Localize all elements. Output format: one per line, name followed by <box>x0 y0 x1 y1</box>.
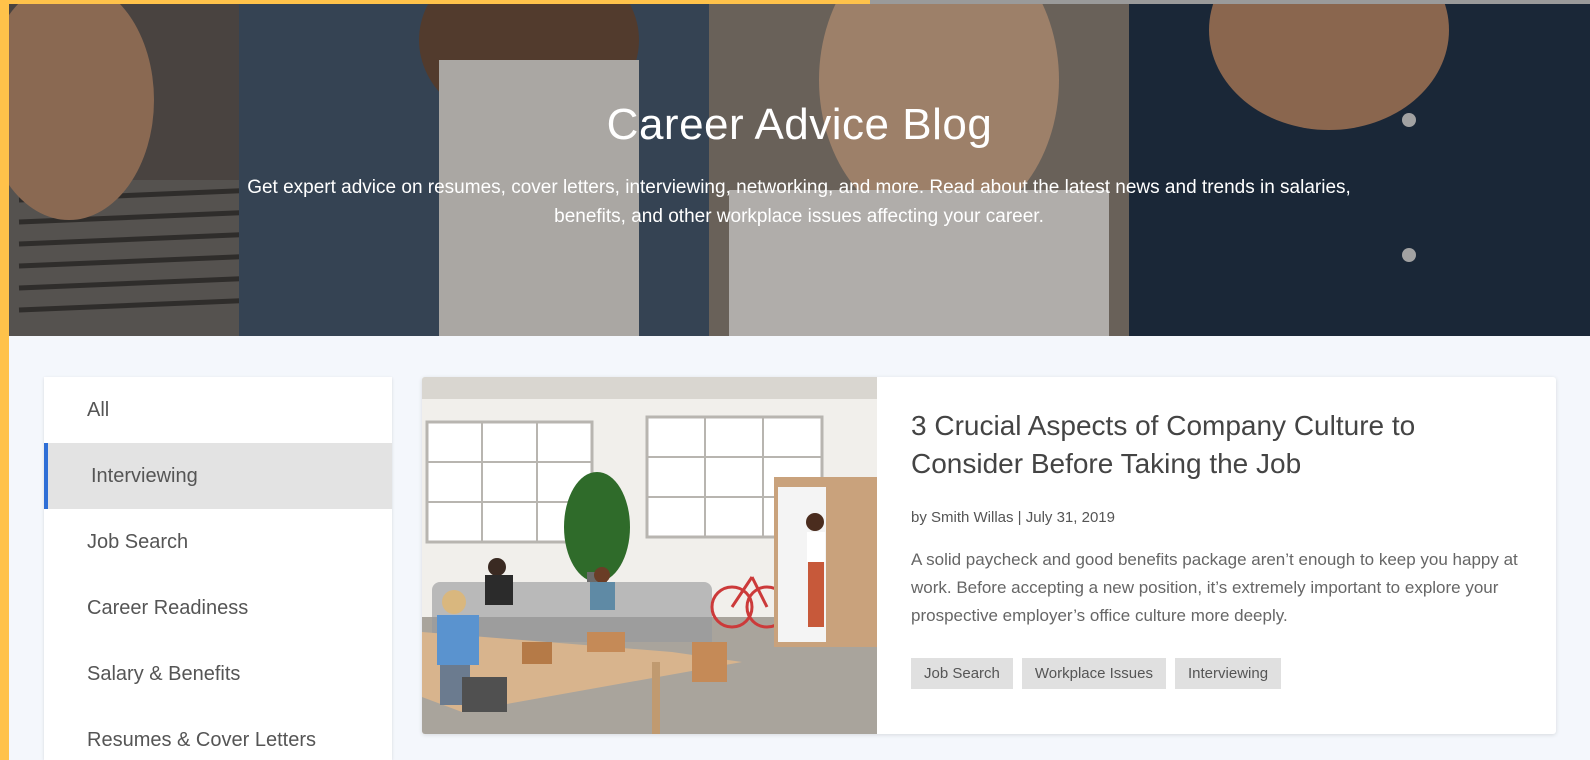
hero-banner: Career Advice Blog Get expert advice on … <box>9 0 1590 336</box>
sidebar-item-career-readiness[interactable]: Career Readiness <box>44 575 392 641</box>
article-tags: Job Search Workplace Issues Interviewing <box>911 658 1521 689</box>
window-frame-top <box>0 0 870 4</box>
hero-overlay <box>9 0 1590 336</box>
tag-workplace-issues[interactable]: Workplace Issues <box>1021 658 1166 689</box>
category-sidebar: All Interviewing Job Search Career Readi… <box>44 377 392 760</box>
window-frame-top-rest <box>870 0 1590 4</box>
sidebar-item-salary-benefits[interactable]: Salary & Benefits <box>44 641 392 707</box>
article-card[interactable]: 3 Crucial Aspects of Company Culture to … <box>422 377 1556 734</box>
sidebar-item-resumes-cover-letters[interactable]: Resumes & Cover Letters <box>44 707 392 760</box>
sidebar-item-interviewing[interactable]: Interviewing <box>44 443 392 509</box>
sidebar-item-job-search[interactable]: Job Search <box>44 509 392 575</box>
article-thumbnail[interactable] <box>422 377 877 734</box>
article-title[interactable]: 3 Crucial Aspects of Company Culture to … <box>911 407 1521 483</box>
article-body: 3 Crucial Aspects of Company Culture to … <box>911 407 1521 689</box>
office-photo <box>422 377 877 734</box>
sidebar-item-all[interactable]: All <box>44 377 392 443</box>
tag-interviewing[interactable]: Interviewing <box>1175 658 1282 689</box>
page-title: Career Advice Blog <box>606 100 993 149</box>
article-meta: by Smith Willas | July 31, 2019 <box>911 509 1115 526</box>
window-frame-edge <box>0 0 9 760</box>
tag-job-search[interactable]: Job Search <box>911 658 1013 689</box>
article-excerpt: A solid paycheck and good benefits packa… <box>911 550 1518 625</box>
page-subtitle: Get expert advice on resumes, cover lett… <box>247 177 1351 227</box>
